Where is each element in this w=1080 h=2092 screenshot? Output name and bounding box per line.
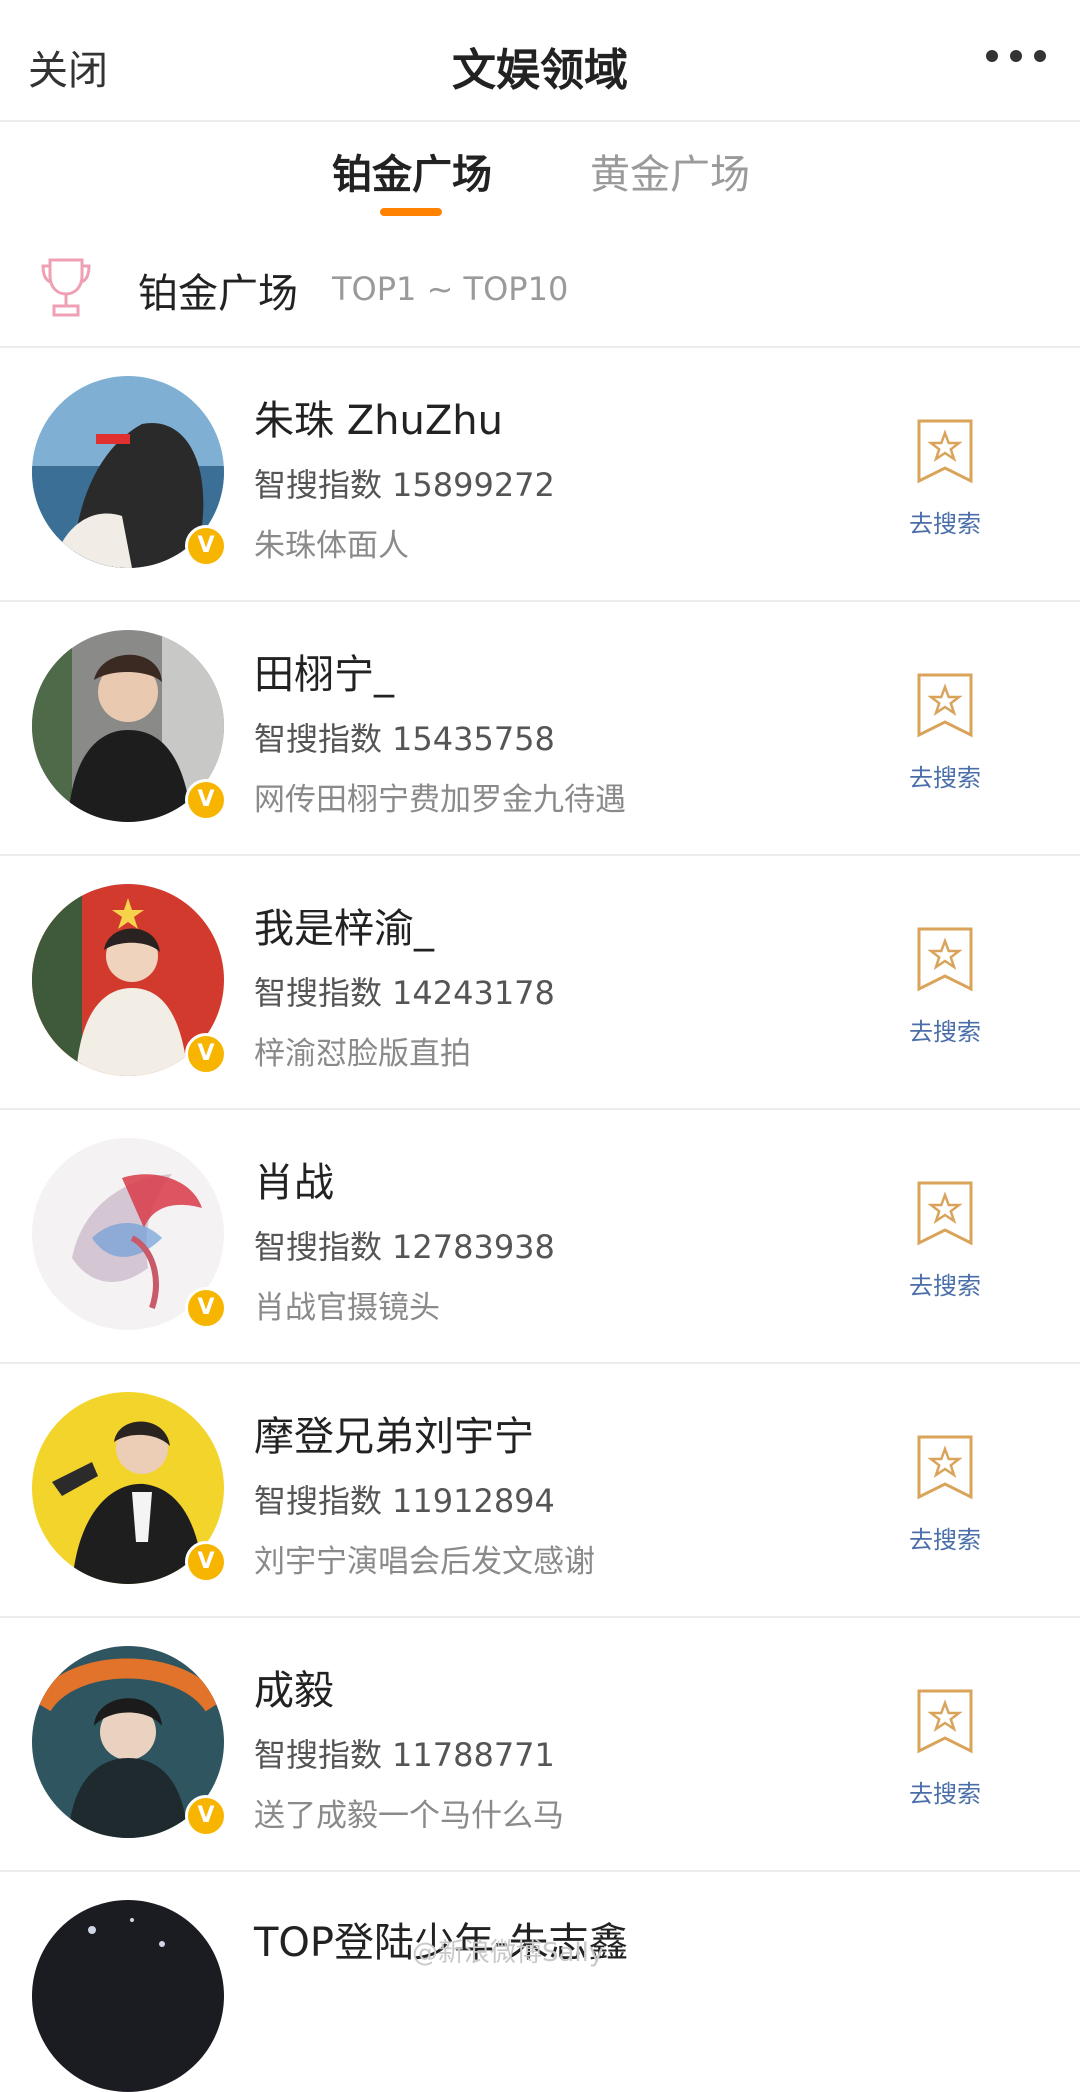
bookmark-star-icon bbox=[917, 1689, 973, 1754]
active-tab-indicator bbox=[380, 208, 442, 216]
hot-topic[interactable]: 梓渝怼脸版直拍 bbox=[254, 1028, 471, 1073]
user-name[interactable]: 成毅 bbox=[254, 1658, 334, 1716]
search-index: 智搜指数 14243178 bbox=[254, 968, 555, 1014]
hot-topic[interactable]: 送了成毅一个马什么马 bbox=[254, 1790, 564, 1835]
bookmark-star-icon bbox=[917, 927, 973, 992]
hot-topic[interactable]: 刘宇宁演唱会后发文感谢 bbox=[254, 1536, 595, 1581]
index-label: 智搜指数 bbox=[254, 1228, 383, 1266]
index-label: 智搜指数 bbox=[254, 974, 383, 1012]
navbar: 关闭 文娱领域 bbox=[0, 0, 1080, 122]
index-label: 智搜指数 bbox=[254, 1736, 383, 1774]
go-search-label: 去搜索 bbox=[909, 1780, 981, 1808]
list-item[interactable]: V 我是梓渝_ 智搜指数 14243178 梓渝怼脸版直拍 去搜索 bbox=[0, 856, 1080, 1110]
go-search-label: 去搜索 bbox=[909, 1526, 981, 1554]
verified-badge-icon: V bbox=[185, 1541, 227, 1583]
section-title: 铂金广场 bbox=[138, 271, 298, 317]
hot-topic[interactable]: 网传田栩宁费加罗金九待遇 bbox=[254, 774, 626, 819]
search-index: 智搜指数 15899272 bbox=[254, 460, 555, 506]
go-search-button[interactable]: 去搜索 bbox=[880, 1688, 1010, 1808]
index-value: 15899272 bbox=[392, 466, 555, 504]
index-value: 12783938 bbox=[392, 1228, 555, 1266]
list-item[interactable]: V 田栩宁_ 智搜指数 15435758 网传田栩宁费加罗金九待遇 去搜索 bbox=[0, 602, 1080, 856]
hot-topic[interactable]: 肖战官摄镜头 bbox=[254, 1282, 440, 1327]
verified-badge-icon: V bbox=[185, 1033, 227, 1075]
list-item[interactable]: V 摩登兄弟刘宇宁 智搜指数 11912894 刘宇宁演唱会后发文感谢 去搜索 bbox=[0, 1364, 1080, 1618]
user-name[interactable]: 朱珠 ZhuZhu bbox=[254, 388, 503, 446]
go-search-button[interactable]: 去搜索 bbox=[880, 1180, 1010, 1300]
verified-badge-icon: V bbox=[185, 525, 227, 567]
hot-topic[interactable]: 朱珠体面人 bbox=[254, 520, 409, 565]
list-item[interactable]: V 肖战 智搜指数 12783938 肖战官摄镜头 去搜索 bbox=[0, 1110, 1080, 1364]
go-search-label: 去搜索 bbox=[909, 1272, 981, 1300]
list-item[interactable]: V 成毅 智搜指数 11788771 送了成毅一个马什么马 去搜索 bbox=[0, 1618, 1080, 1872]
bookmark-star-icon bbox=[917, 1435, 973, 1500]
list-item[interactable]: V 朱珠 ZhuZhu 智搜指数 15899272 朱珠体面人 去搜索 bbox=[0, 348, 1080, 602]
verified-badge-icon: V bbox=[185, 779, 227, 821]
index-value: 14243178 bbox=[392, 974, 555, 1012]
user-name[interactable]: 我是梓渝_ bbox=[254, 896, 434, 954]
avatar[interactable] bbox=[32, 1900, 224, 2092]
index-label: 智搜指数 bbox=[254, 466, 383, 504]
section-header: 铂金广场 TOP1 ~ TOP10 bbox=[0, 236, 1080, 348]
verified-badge-icon: V bbox=[185, 1795, 227, 1837]
tab-platinum-square[interactable]: 铂金广场 bbox=[332, 142, 492, 200]
user-name[interactable]: 田栩宁_ bbox=[254, 642, 394, 700]
index-label: 智搜指数 bbox=[254, 1482, 383, 1520]
index-value: 11912894 bbox=[392, 1482, 555, 1520]
search-index: 智搜指数 12783938 bbox=[254, 1222, 555, 1268]
index-value: 15435758 bbox=[392, 720, 555, 758]
index-label: 智搜指数 bbox=[254, 720, 383, 758]
index-value: 11788771 bbox=[392, 1736, 555, 1774]
go-search-button[interactable]: 去搜索 bbox=[880, 1434, 1010, 1554]
trophy-icon bbox=[40, 256, 92, 324]
tab-gold-square[interactable]: 黄金广场 bbox=[590, 142, 750, 200]
go-search-label: 去搜索 bbox=[909, 510, 981, 538]
go-search-button[interactable]: 去搜索 bbox=[880, 672, 1010, 792]
more-dots-icon[interactable] bbox=[986, 50, 1046, 62]
search-index: 智搜指数 11912894 bbox=[254, 1476, 555, 1522]
user-name[interactable]: 摩登兄弟刘宇宁 bbox=[254, 1404, 534, 1462]
ranking-list: V 朱珠 ZhuZhu 智搜指数 15899272 朱珠体面人 去搜索 V 田栩… bbox=[0, 348, 1080, 2092]
go-search-label: 去搜索 bbox=[909, 764, 981, 792]
go-search-button[interactable]: 去搜索 bbox=[880, 418, 1010, 538]
verified-badge-icon: V bbox=[185, 1287, 227, 1329]
search-index: 智搜指数 15435758 bbox=[254, 714, 555, 760]
tab-bar: 铂金广场 黄金广场 bbox=[0, 122, 1080, 234]
go-search-button[interactable]: 去搜索 bbox=[880, 926, 1010, 1046]
page-title: 文娱领域 bbox=[452, 45, 628, 96]
bookmark-star-icon bbox=[917, 673, 973, 738]
watermark-text: @新浪微博Sally bbox=[412, 1938, 605, 1968]
section-range: TOP1 ~ TOP10 bbox=[332, 270, 569, 308]
go-search-label: 去搜索 bbox=[909, 1018, 981, 1046]
user-name[interactable]: 肖战 bbox=[254, 1150, 334, 1208]
bookmark-star-icon bbox=[917, 419, 973, 484]
search-index: 智搜指数 11788771 bbox=[254, 1730, 555, 1776]
bookmark-star-icon bbox=[917, 1181, 973, 1246]
